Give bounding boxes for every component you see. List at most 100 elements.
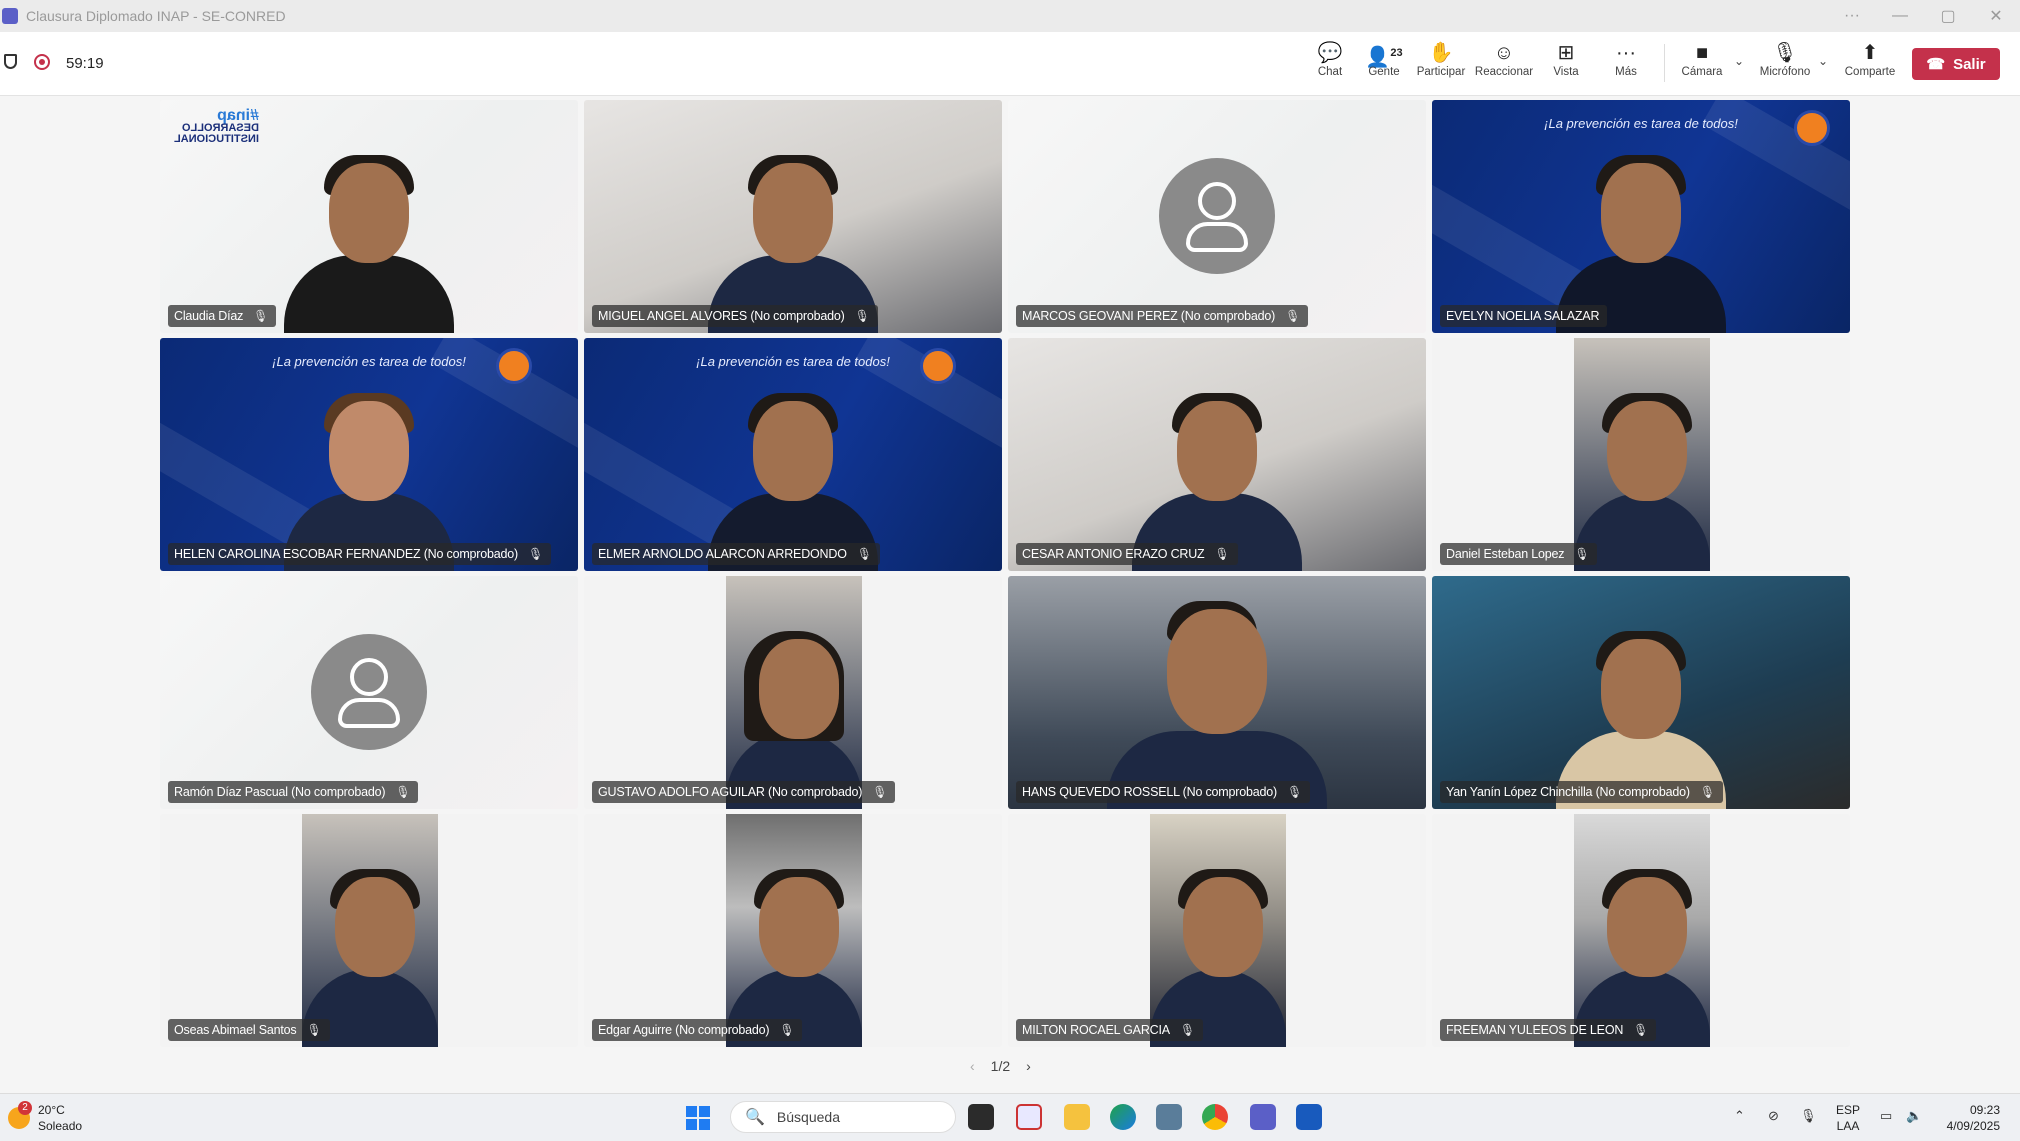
keyboard-layout: LAA xyxy=(1836,1119,1860,1133)
camera-options-chevron-icon[interactable]: ⌄ xyxy=(1734,54,1744,68)
leave-button[interactable]: ☎ Salir xyxy=(1912,48,2000,80)
view-label: Vista xyxy=(1553,66,1579,78)
participant-tile[interactable]: Yan Yanín López Chinchilla (No comprobad… xyxy=(1432,576,1850,809)
participant-name-label: MARCOS GEOVANI PEREZ (No comprobado) 🎙 xyxy=(1016,305,1309,327)
window-title: Clausura Diplomado INAP - SE-CONRED xyxy=(26,8,286,24)
participant-name-label: MILTON ROCAEL GARCIA 🎙 xyxy=(1016,1019,1203,1041)
mic-button[interactable]: 🎙 Micrófono xyxy=(1756,40,1814,78)
language-code: ESP xyxy=(1836,1103,1861,1117)
toolbar-divider xyxy=(1664,44,1665,82)
leave-label: Salir xyxy=(1953,55,1986,73)
participant-name-label: FREEMAN YULEEOS DE LEON 🎙 xyxy=(1440,1019,1657,1041)
word-icon[interactable] xyxy=(1296,1104,1322,1130)
tray-chevron-up-icon[interactable]: ⌃ xyxy=(1734,1108,1745,1124)
participant-tile[interactable]: Daniel Esteban Lopez 🎙 xyxy=(1432,338,1850,571)
participant-name-label: Claudia Díaz 🎙 xyxy=(168,305,277,327)
mic-muted-icon: 🎙 xyxy=(527,547,544,561)
mic-options-chevron-icon[interactable]: ⌄ xyxy=(1818,54,1828,68)
chat-button[interactable]: 💬 Chat xyxy=(1306,40,1354,78)
volume-icon[interactable]: 🔈 xyxy=(1906,1108,1922,1124)
edge-browser-icon[interactable] xyxy=(1110,1104,1136,1130)
participant-tile[interactable]: HANS QUEVEDO ROSSELL (No comprobado) 🎙 xyxy=(1008,576,1426,809)
participant-name-label: HELEN CAROLINA ESCOBAR FERNANDEZ (No com… xyxy=(168,543,552,565)
display-icon[interactable]: ▭ xyxy=(1880,1108,1892,1124)
task-view-icon[interactable] xyxy=(968,1104,994,1130)
participant-tile[interactable]: Oseas Abimael Santos 🎙 xyxy=(160,814,578,1047)
more-label: Más xyxy=(1615,66,1637,78)
start-button[interactable] xyxy=(686,1106,710,1130)
participant-name-label: HANS QUEVEDO ROSSELL (No comprobado) 🎙 xyxy=(1016,781,1310,803)
participant-name-label: CESAR ANTONIO ERAZO CRUZ 🎙 xyxy=(1016,543,1238,565)
raise-hand-icon: ✋ xyxy=(1428,42,1454,64)
share-icon: ⬆ xyxy=(1861,42,1879,64)
recording-icon xyxy=(34,54,50,70)
page-indicator: 1/2 xyxy=(990,1058,1011,1074)
notification-badge: 2 xyxy=(18,1101,32,1115)
participant-name-label: MIGUEL ANGEL ALVORES (No comprobado) 🎙 xyxy=(592,305,878,327)
mic-muted-icon: 🎙 xyxy=(779,1023,795,1037)
windows-taskbar: 2 20°C Soleado 🔍 Búsqueda ⌃ ⊘ 🎙 ESP LAA … xyxy=(0,1093,2020,1141)
participant-name-label: ELMER ARNOLDO ALARCON ARREDONDO 🎙 xyxy=(592,543,880,565)
default-avatar-icon xyxy=(1159,158,1275,274)
grid-view-icon: ⊞ xyxy=(1557,42,1575,64)
chrome-icon[interactable] xyxy=(1202,1104,1228,1130)
react-label: Reaccionar xyxy=(1474,66,1534,78)
participant-tile[interactable]: MARCOS GEOVANI PEREZ (No comprobado) 🎙 xyxy=(1008,100,1426,333)
mic-label: Micrófono xyxy=(1759,66,1811,78)
participant-tile[interactable]: FREEMAN YULEEOS DE LEON 🎙 xyxy=(1432,814,1850,1047)
system-clock[interactable]: 09:23 4/09/2025 xyxy=(1936,1102,2000,1134)
participant-name-label: Yan Yanín López Chinchilla (No comprobad… xyxy=(1440,781,1723,803)
participant-tile[interactable]: ¡La prevención es tarea de todos! HELEN … xyxy=(160,338,578,571)
people-icon: 👤23 xyxy=(1365,46,1403,69)
minimize-button[interactable]: — xyxy=(1876,7,1924,25)
next-page-chevron-icon[interactable]: › xyxy=(1026,1058,1031,1074)
participant-tile[interactable]: ¡La prevención es tarea de todos! ELMER … xyxy=(584,338,1002,571)
mic-muted-icon: 🎙 xyxy=(1574,547,1590,561)
weather-desc: Soleado xyxy=(38,1119,83,1133)
input-language[interactable]: ESP LAA xyxy=(1836,1102,1860,1134)
react-button[interactable]: ☺ Reaccionar xyxy=(1474,40,1534,78)
clock-date: 4/09/2025 xyxy=(1946,1119,2000,1133)
maximize-button[interactable]: ▢ xyxy=(1924,6,1972,26)
people-button[interactable]: 👤23 Gente xyxy=(1360,40,1408,78)
snipping-tool-icon[interactable] xyxy=(1016,1104,1042,1130)
share-button[interactable]: ⬆ Comparte xyxy=(1842,40,1898,78)
participate-label: Participar xyxy=(1416,66,1466,78)
shield-icon[interactable] xyxy=(4,54,17,69)
prev-page-chevron-icon[interactable]: ‹ xyxy=(970,1058,975,1074)
smiley-icon: ☺ xyxy=(1493,42,1515,64)
participant-tile[interactable]: ¡La prevención es tarea de todos! EVELYN… xyxy=(1432,100,1850,333)
participant-tile[interactable]: Ramón Díaz Pascual (No comprobado) 🎙 xyxy=(160,576,578,809)
default-avatar-icon xyxy=(311,634,427,750)
participant-tile[interactable]: GUSTAVO ADOLFO AGUILAR (No comprobado) 🎙 xyxy=(584,576,1002,809)
view-button[interactable]: ⊞ Vista xyxy=(1542,40,1590,78)
teams-icon[interactable] xyxy=(1250,1104,1276,1130)
camera-button[interactable]: ■ Cámara xyxy=(1678,40,1726,78)
participant-name-label: Daniel Esteban Lopez 🎙 xyxy=(1440,543,1598,565)
mic-muted-icon: 🎙 xyxy=(1633,1023,1649,1037)
window-more-button[interactable]: ··· xyxy=(1828,7,1876,25)
participant-tile[interactable]: #inap DESARROLLO INSTITUCIONAL Claudia Dí… xyxy=(160,100,578,333)
participant-tile[interactable]: CESAR ANTONIO ERAZO CRUZ 🎙 xyxy=(1008,338,1426,571)
weather-widget[interactable]: 2 20°C Soleado xyxy=(8,1101,83,1134)
taskbar-search[interactable]: 🔍 Búsqueda xyxy=(730,1101,956,1133)
file-explorer-icon[interactable] xyxy=(1064,1104,1090,1130)
participant-video xyxy=(302,814,438,1047)
participate-button[interactable]: ✋ Participar xyxy=(1414,40,1468,78)
mic-tray-icon[interactable]: 🎙 xyxy=(1800,1108,1817,1124)
teams-logo-icon xyxy=(2,8,18,24)
network-icon[interactable]: ⊘ xyxy=(1768,1108,1779,1124)
calculator-icon[interactable] xyxy=(1156,1104,1182,1130)
close-button[interactable]: ✕ xyxy=(1972,6,2020,26)
camera-label: Cámara xyxy=(1681,66,1723,78)
more-button[interactable]: ··· Más xyxy=(1602,40,1650,78)
participant-video xyxy=(284,143,454,333)
mic-muted-icon: 🎙 xyxy=(1699,785,1715,799)
mic-off-icon: 🎙 xyxy=(1772,42,1798,64)
participant-video xyxy=(1574,338,1710,571)
participant-tile[interactable]: MILTON ROCAEL GARCIA 🎙 xyxy=(1008,814,1426,1047)
participant-video xyxy=(1107,589,1327,809)
participant-tile[interactable]: Edgar Aguirre (No comprobado) 🎙 xyxy=(584,814,1002,1047)
participant-tile[interactable]: MIGUEL ANGEL ALVORES (No comprobado) 🎙 xyxy=(584,100,1002,333)
camera-icon: ■ xyxy=(1695,42,1709,64)
